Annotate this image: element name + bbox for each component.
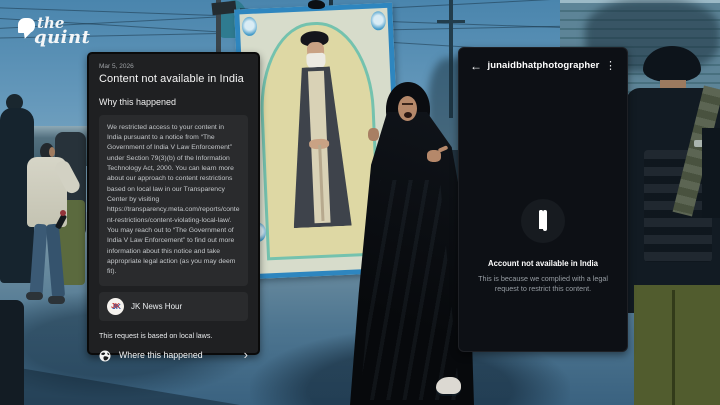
hand-holding-poster bbox=[368, 128, 379, 141]
account-name: JK News Hour bbox=[131, 302, 182, 311]
notice-body-panel: We restricted access to your content in … bbox=[99, 115, 248, 286]
notice-date: Mar 5, 2026 bbox=[99, 63, 248, 70]
quint-speech-bubble-tail bbox=[21, 30, 31, 40]
bystander-silhouette bbox=[702, 128, 720, 218]
local-laws-note: This request is based on local laws. bbox=[99, 331, 248, 340]
microphone-tip bbox=[60, 210, 66, 216]
profile-header: ← junaidbhatphotographer ⋮ bbox=[459, 48, 627, 71]
chevron-right-icon: › bbox=[244, 350, 248, 360]
protester-woman-mouth bbox=[404, 112, 412, 118]
bystander-silhouette bbox=[0, 300, 24, 405]
account-avatar: JK bbox=[107, 298, 124, 315]
kebab-menu-icon[interactable]: ⋮ bbox=[605, 61, 616, 71]
protester-woman-brow bbox=[402, 103, 413, 105]
notice-section-heading: Why this happened bbox=[99, 97, 248, 107]
pole-crossbar bbox=[437, 20, 465, 23]
reporter-face bbox=[49, 147, 55, 157]
notice-title: Content not available in India bbox=[99, 73, 248, 86]
reporter-shoe bbox=[48, 296, 65, 304]
poster-medallion bbox=[370, 11, 386, 31]
where-this-happened-row[interactable]: Where this happened › bbox=[99, 349, 248, 361]
guard-pants-seam bbox=[672, 290, 675, 405]
lock-icon bbox=[539, 212, 547, 230]
restriction-notice-card: Mar 5, 2026 Content not available in Ind… bbox=[87, 52, 260, 355]
account-unavailable-message: Account not available in India This is b… bbox=[459, 199, 627, 294]
lock-circle bbox=[521, 199, 565, 243]
reporter-shoe bbox=[26, 292, 43, 300]
crow bbox=[308, 0, 325, 9]
white-shoe bbox=[436, 377, 461, 394]
back-arrow-icon[interactable]: ← bbox=[470, 61, 482, 71]
guard-olive-pants bbox=[634, 285, 720, 405]
street-light-fixture bbox=[211, 1, 236, 15]
profile-username: junaidbhatphotographer bbox=[488, 60, 600, 71]
account-unavailable-heading: Account not available in India bbox=[488, 259, 598, 268]
poster-medallion bbox=[242, 17, 258, 37]
notice-body-text: We restricted access to your content in … bbox=[107, 123, 240, 278]
instagram-profile-card: ← junaidbhatphotographer ⋮ Account not a… bbox=[458, 47, 628, 352]
account-unavailable-subtext: This is because we complied with a legal… bbox=[477, 274, 609, 294]
globe-icon bbox=[99, 349, 111, 361]
where-this-happened-label: Where this happened bbox=[119, 350, 203, 360]
screenshot-root: the quint Mar 5, 2026 Content not availa… bbox=[0, 0, 720, 405]
affected-account-row[interactable]: JK JK News Hour bbox=[99, 292, 248, 321]
quint-logo-quint: quint bbox=[34, 27, 90, 48]
